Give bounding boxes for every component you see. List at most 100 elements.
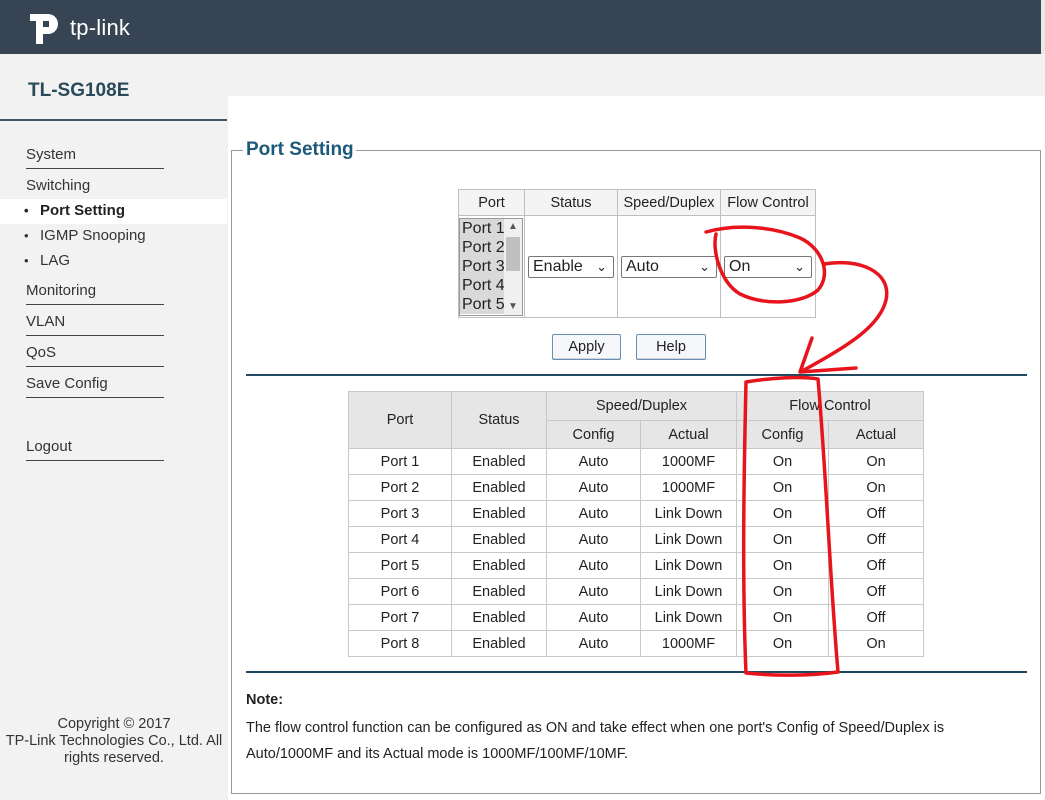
cell-status: Enabled — [451, 474, 547, 501]
col-header-speed-actual: Actual — [640, 420, 737, 449]
cell-speed-actual: Link Down — [640, 604, 737, 631]
speed-duplex-select[interactable]: Auto ⌄ — [621, 255, 717, 278]
chevron-down-icon: ⌄ — [699, 258, 710, 274]
port-option[interactable]: Port 2 — [460, 237, 506, 257]
status-select[interactable]: Enable ⌄ — [528, 255, 614, 278]
sidebar-item-qos[interactable]: QoS — [26, 344, 164, 367]
cell-port: Port 7 — [348, 604, 452, 631]
sidebar-item-igmp-snooping[interactable]: • IGMP Snooping — [0, 224, 227, 249]
cell-flow-config: On — [736, 578, 829, 605]
port-select-cell: Port 1 Port 2 Port 3 Port 4 Port 5 ▲ ▼ — [458, 215, 525, 318]
cell-flow-actual: On — [828, 630, 924, 657]
flow-select-cell: On ⌄ — [720, 215, 816, 318]
cell-flow-actual: Off — [828, 526, 924, 553]
port-option[interactable]: Port 3 — [460, 256, 506, 276]
cell-speed-config: Auto — [546, 500, 641, 527]
sidebar-item-system[interactable]: System — [26, 146, 164, 169]
col-header-speed-duplex: Speed/Duplex — [546, 391, 737, 421]
status-select-cell: Enable ⌄ — [524, 215, 618, 318]
port-option[interactable]: Port 4 — [460, 275, 506, 295]
cell-port: Port 6 — [348, 578, 452, 605]
cell-speed-config: Auto — [546, 474, 641, 501]
col-header-speed-config: Config — [546, 420, 641, 449]
scroll-down-icon[interactable]: ▼ — [504, 299, 522, 315]
cell-port: Port 5 — [348, 552, 452, 579]
cell-status: Enabled — [451, 500, 547, 527]
sidebar-item-switching[interactable]: Switching — [26, 177, 164, 199]
cell-speed-actual: Link Down — [640, 526, 737, 553]
cell-port: Port 8 — [348, 630, 452, 657]
cell-speed-actual: 1000MF — [640, 448, 737, 475]
bullet-icon: • — [24, 253, 29, 268]
cell-speed-actual: 1000MF — [640, 474, 737, 501]
bullet-icon: • — [24, 228, 29, 243]
header-edge — [1041, 0, 1045, 54]
scroll-up-icon[interactable]: ▲ — [504, 219, 522, 235]
cell-port: Port 2 — [348, 474, 452, 501]
sidebar-item-save-config[interactable]: Save Config — [26, 375, 164, 398]
col-header-flow-control: Flow Control — [736, 391, 924, 421]
sidebar-item-label: LAG — [40, 252, 71, 269]
cell-speed-config: Auto — [546, 630, 641, 657]
cell-speed-config: Auto — [546, 448, 641, 475]
port-option[interactable]: Port 5 — [460, 294, 506, 314]
cell-flow-actual: On — [828, 474, 924, 501]
cell-flow-config: On — [736, 474, 829, 501]
port-listbox[interactable]: Port 1 Port 2 Port 3 Port 4 Port 5 ▲ ▼ — [459, 217, 523, 316]
bullet-icon: • — [24, 203, 29, 218]
sidebar-item-port-setting[interactable]: • Port Setting — [0, 199, 227, 224]
cell-speed-actual: 1000MF — [640, 630, 737, 657]
help-button[interactable]: Help — [636, 334, 706, 360]
cell-flow-actual: On — [828, 448, 924, 475]
sidebar-item-lag[interactable]: • LAG — [0, 249, 227, 274]
sidebar-item-logout[interactable]: Logout — [26, 438, 164, 461]
col-header-flow-config: Config — [736, 420, 829, 449]
flow-control-select[interactable]: On ⌄ — [724, 255, 812, 278]
cell-flow-config: On — [736, 552, 829, 579]
table-row: Port 1 Enabled Auto 1000MF On On — [348, 448, 924, 475]
cell-port: Port 3 — [348, 500, 452, 527]
note-title: Note: — [246, 692, 284, 708]
cell-status: Enabled — [451, 604, 547, 631]
port-option[interactable]: Port 1 — [460, 218, 506, 238]
section-divider — [246, 374, 1027, 376]
cell-status: Enabled — [451, 630, 547, 657]
cell-status: Enabled — [451, 578, 547, 605]
cell-flow-config: On — [736, 448, 829, 475]
table-row: Port 8 Enabled Auto 1000MF On On — [348, 630, 924, 657]
sidebar-item-label: IGMP Snooping — [40, 227, 146, 244]
cell-speed-config: Auto — [546, 578, 641, 605]
table-row: Port 2 Enabled Auto 1000MF On On — [348, 474, 924, 501]
copyright-line: Copyright © 2017 — [57, 716, 171, 732]
col-header-port: Port — [348, 391, 452, 449]
col-header-status: Status — [524, 189, 618, 216]
cell-flow-config: On — [736, 500, 829, 527]
chevron-down-icon: ⌄ — [794, 258, 805, 274]
cell-speed-actual: Link Down — [640, 500, 737, 527]
scroll-thumb[interactable] — [506, 236, 520, 271]
port-setting-form: Port Status Speed/Duplex Flow Control Po… — [458, 189, 816, 318]
cell-port: Port 4 — [348, 526, 452, 553]
col-header-port: Port — [458, 189, 525, 216]
cell-flow-config: On — [736, 604, 829, 631]
apply-button[interactable]: Apply — [552, 334, 621, 360]
sidebar-item-monitoring[interactable]: Monitoring — [26, 282, 164, 305]
model-bar: TL-SG108E — [0, 54, 1045, 101]
note-text: The flow control function can be configu… — [246, 720, 945, 762]
col-header-status: Status — [451, 391, 547, 449]
speed-select-cell: Auto ⌄ — [617, 215, 721, 318]
cell-speed-config: Auto — [546, 604, 641, 631]
col-header-speed-duplex: Speed/Duplex — [617, 189, 721, 216]
copyright-line: TP-Link Technologies Co., Ltd. All — [5, 733, 223, 749]
listbox-scrollbar[interactable]: ▲ ▼ — [504, 218, 522, 315]
table-row: Port 7 Enabled Auto Link Down On Off — [348, 604, 924, 631]
page-title: Port Setting — [246, 139, 354, 160]
col-header-flow-actual: Actual — [828, 420, 924, 449]
chevron-down-icon: ⌄ — [596, 258, 607, 274]
cell-flow-config: On — [736, 630, 829, 657]
sidebar-item-vlan[interactable]: VLAN — [26, 313, 164, 336]
table-row: Port 5 Enabled Auto Link Down On Off — [348, 552, 924, 579]
tp-link-logo-icon — [30, 14, 58, 44]
section-divider — [246, 671, 1027, 673]
cell-flow-actual: Off — [828, 500, 924, 527]
